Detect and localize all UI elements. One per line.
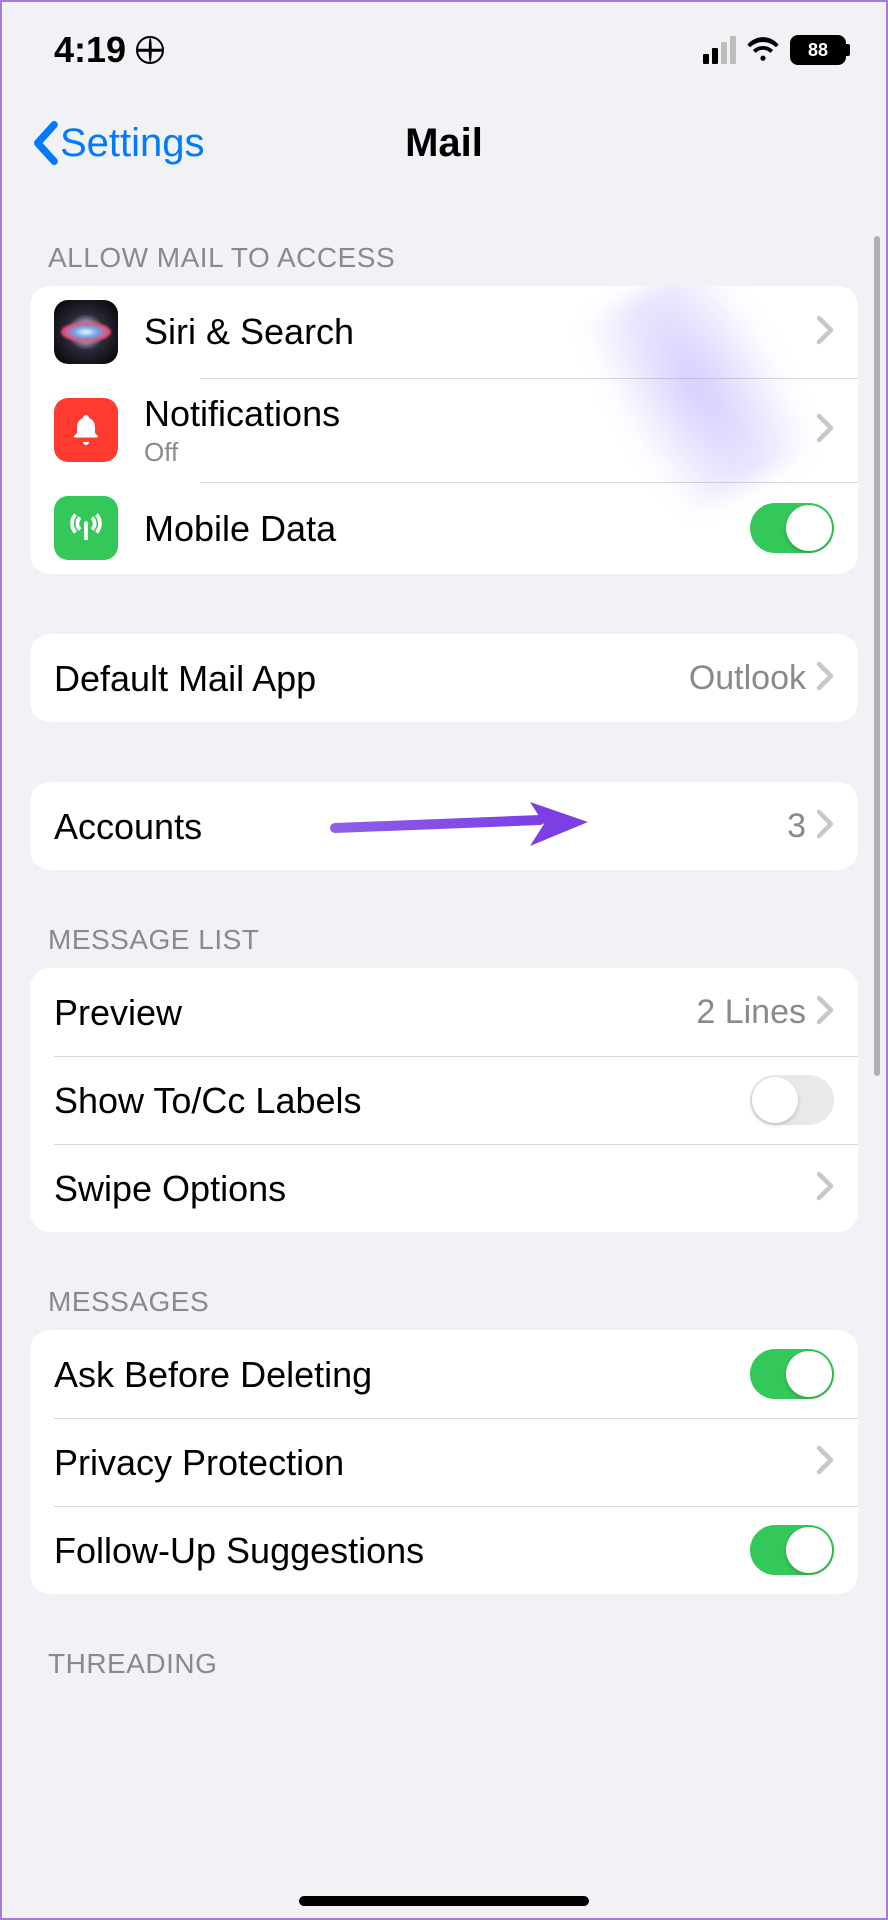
chevron-right-icon — [816, 315, 834, 350]
toggle-follow-up[interactable] — [750, 1525, 834, 1575]
wifi-icon — [746, 35, 780, 66]
row-default-mail-app[interactable]: Default Mail App Outlook — [30, 634, 858, 722]
row-value: 2 Lines — [696, 993, 806, 1032]
row-value: 3 — [787, 807, 806, 846]
nav-bar: Settings Mail — [2, 98, 886, 188]
row-label: Follow-Up Suggestions — [54, 1529, 750, 1572]
bell-icon — [54, 398, 118, 462]
row-accounts[interactable]: Accounts 3 — [30, 782, 858, 870]
row-swipe-options[interactable]: Swipe Options — [30, 1144, 858, 1232]
row-show-tocc: Show To/Cc Labels — [30, 1056, 858, 1144]
row-value: Outlook — [689, 659, 806, 698]
group-messages: Ask Before Deleting Privacy Protection F… — [30, 1330, 858, 1594]
row-privacy-protection[interactable]: Privacy Protection — [30, 1418, 858, 1506]
group-default-app: Default Mail App Outlook — [30, 634, 858, 722]
antenna-icon — [54, 496, 118, 560]
row-label: Preview — [54, 991, 696, 1034]
toggle-ask-before-deleting[interactable] — [750, 1349, 834, 1399]
status-time: 4:19 — [54, 29, 126, 71]
status-bar: 4:19 88 — [2, 2, 886, 80]
home-indicator[interactable] — [299, 1896, 589, 1906]
cellular-signal-icon — [703, 36, 736, 64]
back-button[interactable]: Settings — [30, 121, 205, 166]
section-header-access: Allow Mail to Access — [2, 188, 886, 286]
row-label: Swipe Options — [54, 1167, 816, 1210]
row-ask-before-deleting: Ask Before Deleting — [30, 1330, 858, 1418]
location-globe-icon — [136, 36, 164, 64]
chevron-right-icon — [816, 995, 834, 1030]
scroll-indicator[interactable] — [874, 236, 880, 1076]
row-preview[interactable]: Preview 2 Lines — [30, 968, 858, 1056]
chevron-right-icon — [816, 661, 834, 696]
chevron-right-icon — [816, 1445, 834, 1480]
row-label: Ask Before Deleting — [54, 1353, 750, 1396]
back-label: Settings — [60, 121, 205, 166]
row-label: Privacy Protection — [54, 1441, 816, 1484]
page-title: Mail — [405, 121, 483, 166]
toggle-mobile-data[interactable] — [750, 503, 834, 553]
section-header-messages: Messages — [2, 1232, 886, 1330]
row-follow-up-suggestions: Follow-Up Suggestions — [30, 1506, 858, 1594]
chevron-right-icon — [816, 1171, 834, 1206]
battery-indicator: 88 — [790, 35, 846, 65]
chevron-right-icon — [816, 413, 834, 448]
row-label: Notifications — [144, 392, 816, 435]
siri-icon — [54, 300, 118, 364]
group-accounts: Accounts 3 — [30, 782, 858, 870]
row-subtitle: Off — [144, 437, 816, 468]
section-header-message-list: Message List — [2, 870, 886, 968]
chevron-right-icon — [816, 809, 834, 844]
group-message-list: Preview 2 Lines Show To/Cc Labels Swipe … — [30, 968, 858, 1232]
section-header-threading: Threading — [2, 1594, 886, 1692]
group-access: Siri & Search Notifications Off Mobile D… — [30, 286, 858, 574]
row-label: Accounts — [54, 805, 787, 848]
row-notifications[interactable]: Notifications Off — [30, 378, 858, 482]
row-label: Default Mail App — [54, 657, 689, 700]
toggle-show-tocc[interactable] — [750, 1075, 834, 1125]
row-mobile-data: Mobile Data — [30, 482, 858, 574]
row-label: Show To/Cc Labels — [54, 1079, 750, 1122]
row-label: Siri & Search — [144, 310, 816, 353]
row-siri-search[interactable]: Siri & Search — [30, 286, 858, 378]
row-label: Mobile Data — [144, 507, 750, 550]
